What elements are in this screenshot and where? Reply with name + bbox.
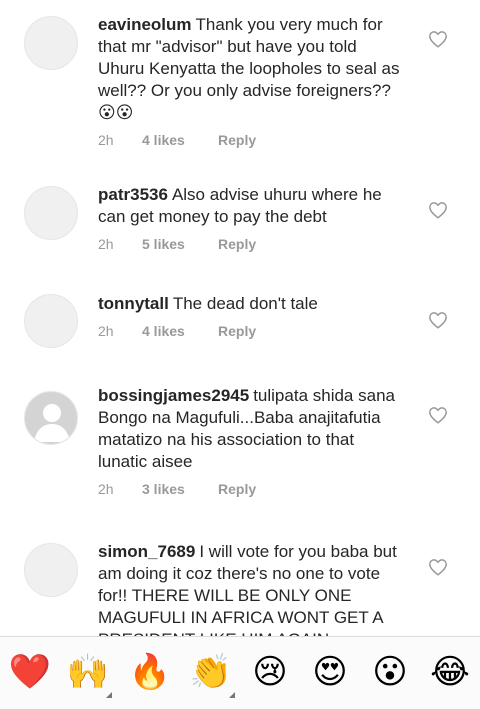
heart-outline-icon[interactable] <box>428 201 448 219</box>
comment-text: The dead don't tale <box>172 294 318 313</box>
comment-time: 2h <box>98 132 114 148</box>
comment-likes[interactable]: 4 likes <box>142 322 218 340</box>
comment-time: 2h <box>98 481 114 497</box>
default-profile-icon <box>25 392 77 444</box>
crying-face-icon[interactable]: 😢 <box>248 650 292 694</box>
clapping-hands-icon[interactable]: 👏 <box>189 650 235 698</box>
comment-list[interactable]: eavineolum Thank you very much for that m… <box>0 0 480 636</box>
heart-outline-icon[interactable] <box>428 558 448 576</box>
reply-button[interactable]: Reply <box>218 480 256 498</box>
comment-meta: 2h 3 likes Reply <box>98 480 404 498</box>
avatar[interactable] <box>24 294 78 348</box>
reply-button[interactable]: Reply <box>218 322 256 340</box>
comment-username[interactable]: bossingjames2945 <box>98 386 249 405</box>
comment-body: tonnytall The dead don't tale 2h 4 likes Re… <box>98 293 404 340</box>
comment-username[interactable]: eavineolum <box>98 15 192 34</box>
comment-likes[interactable]: 5 likes <box>142 235 218 253</box>
heart-outline-icon[interactable] <box>428 311 448 329</box>
comment-body: simon_7689 I will vote for you baba but a… <box>98 541 404 636</box>
heart-outline-icon[interactable] <box>428 406 448 424</box>
heart-eyes-icon[interactable]: 😍 <box>308 650 352 694</box>
avatar[interactable] <box>24 391 78 445</box>
avatar[interactable] <box>24 186 78 240</box>
avatar[interactable] <box>24 543 78 597</box>
skin-tone-indicator <box>229 692 235 698</box>
reply-button[interactable]: Reply <box>218 235 256 253</box>
comment-username[interactable]: simon_7689 <box>98 542 195 561</box>
comment-likes[interactable]: 3 likes <box>142 480 218 498</box>
comment-username[interactable]: tonnytall <box>98 294 169 313</box>
fire-icon[interactable]: 🔥 <box>128 650 172 694</box>
comment-time: 2h <box>98 236 114 252</box>
heart-outline-icon[interactable] <box>428 30 448 48</box>
comments-screen: eavineolum Thank you very much for that m… <box>0 0 480 709</box>
comment-meta: 2h 4 likes Reply <box>98 322 404 340</box>
comment-body: eavineolum Thank you very much for that m… <box>98 14 404 149</box>
comment-username[interactable]: patr3536 <box>98 185 168 204</box>
surprised-face-icon[interactable]: 😮 <box>368 650 412 694</box>
reply-button[interactable]: Reply <box>218 131 256 149</box>
comment-body: bossingjames2945 tulipata shida sana Bong… <box>98 385 404 498</box>
skin-tone-indicator <box>106 692 112 698</box>
comment-meta: 2h 5 likes Reply <box>98 235 404 253</box>
tears-of-joy-icon[interactable]: 😂 <box>428 650 472 694</box>
emoji-reaction-bar: ❤️ 🙌 🔥 👏 😢 😍 😮 😂 <box>0 636 480 709</box>
comment-likes[interactable]: 4 likes <box>142 131 218 149</box>
comment-body: patr3536 Also advise uhuru where he can g… <box>98 184 404 253</box>
raising-hands-icon[interactable]: 🙌 <box>66 650 112 698</box>
comment-meta: 2h 4 likes Reply <box>98 131 404 149</box>
avatar[interactable] <box>24 16 78 70</box>
comment-time: 2h <box>98 323 114 339</box>
red-heart-icon[interactable]: ❤️ <box>8 650 52 694</box>
